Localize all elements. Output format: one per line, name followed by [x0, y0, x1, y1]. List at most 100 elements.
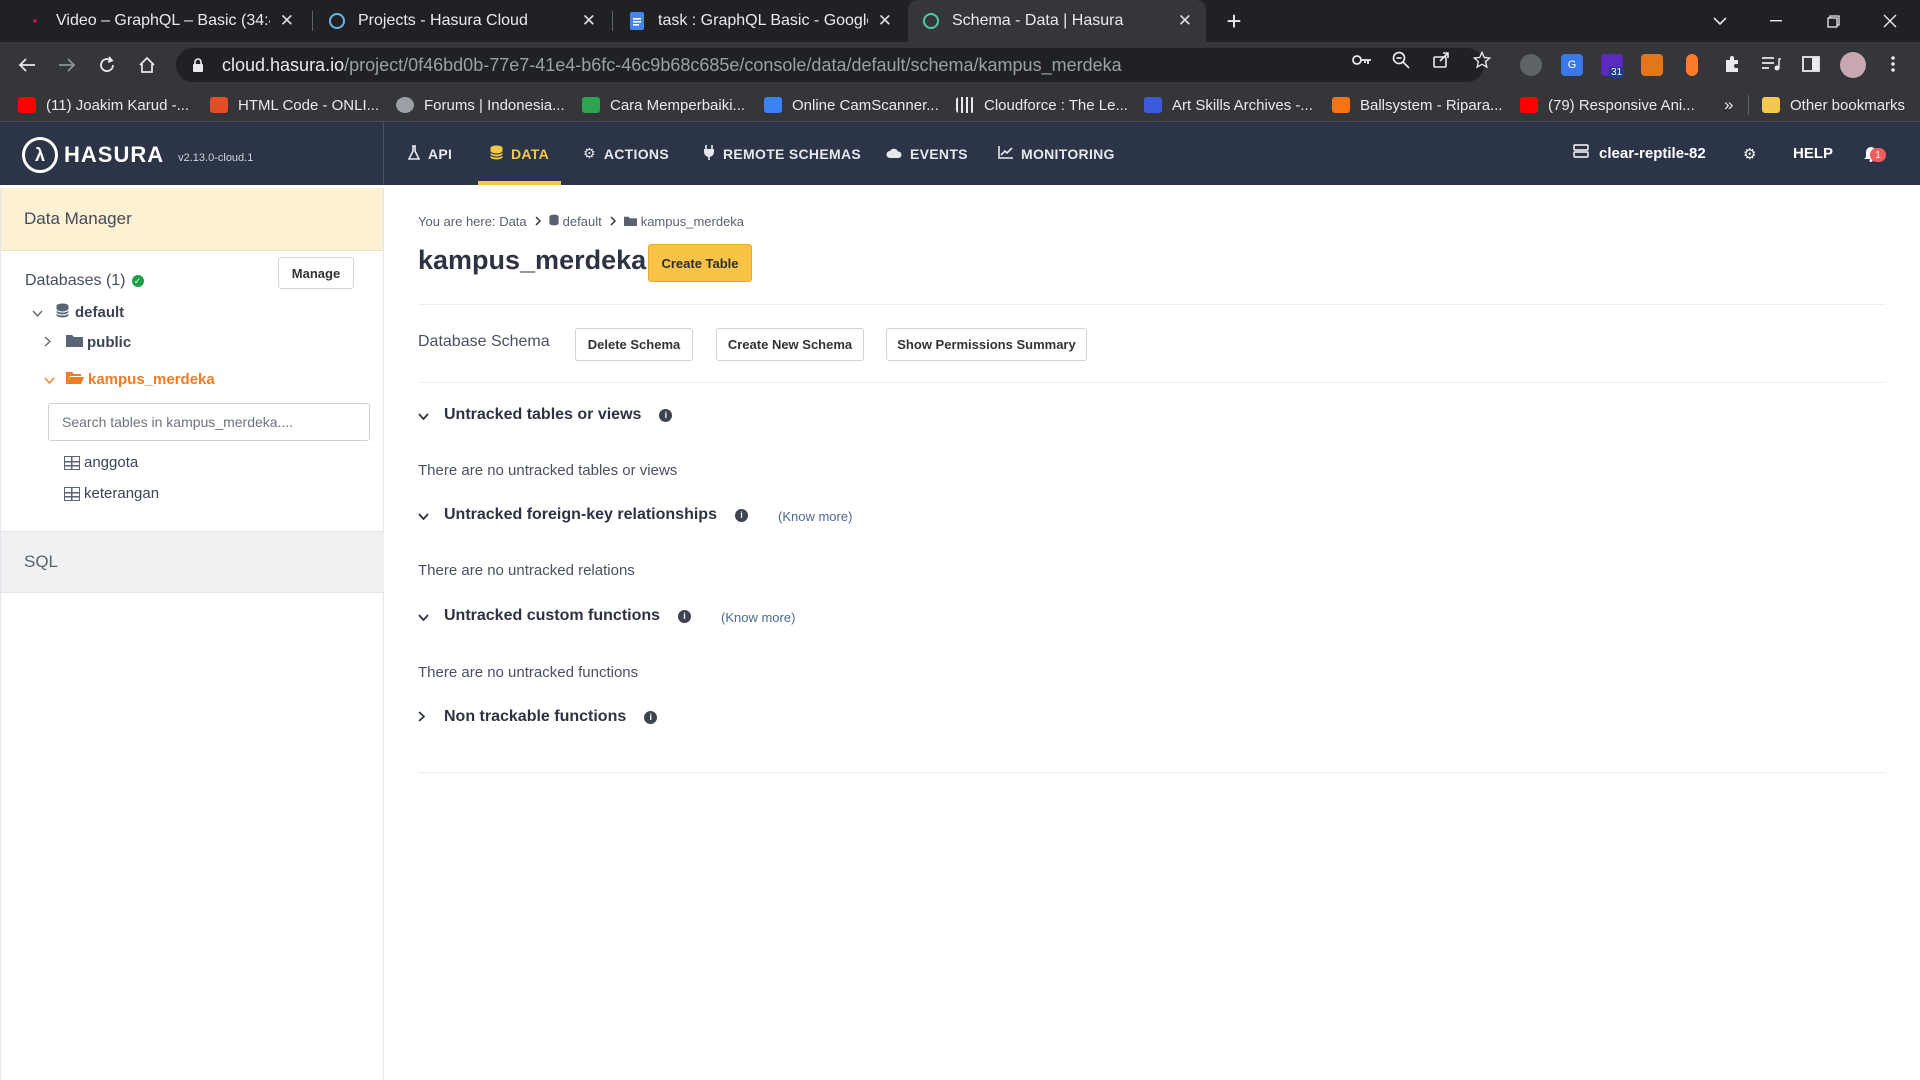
window-close-icon[interactable] — [1870, 6, 1910, 36]
key-icon[interactable] — [1351, 50, 1373, 70]
nav-data[interactable]: DATA — [477, 122, 562, 185]
zoom-icon[interactable] — [1390, 50, 1412, 70]
tab-search-chevron-icon[interactable] — [1700, 6, 1740, 36]
close-icon[interactable]: ✕ — [280, 11, 294, 31]
bookmark-item[interactable]: Cloudforce : The Le... — [956, 94, 1128, 116]
bookmark-item[interactable]: Forums | Indonesia... — [396, 94, 565, 116]
data-manager-sidebar: Data Manager Databases (1) ✓ Manage defa… — [0, 188, 384, 1080]
bookmark-item[interactable]: (11) Joakim Karud -... — [18, 94, 189, 116]
nav-label: DATA — [511, 145, 550, 162]
nav-api[interactable]: API — [407, 122, 452, 185]
divider — [418, 382, 1886, 383]
profile-avatar[interactable] — [1840, 52, 1866, 78]
table-search-input[interactable] — [48, 403, 370, 441]
tab-google-docs[interactable]: task : GraphQL Basic - Google Do ✕ — [614, 0, 906, 42]
restore-icon[interactable] — [1813, 6, 1853, 36]
create-new-schema-button[interactable]: Create New Schema — [716, 328, 864, 361]
bookmark-item[interactable]: Cara Memperbaiki... — [582, 94, 745, 116]
nav-label: MONITORING — [1021, 145, 1115, 162]
plug-icon — [703, 144, 715, 163]
forward-arrow-icon[interactable] — [52, 50, 82, 80]
check-circle-icon: ✓ — [131, 275, 144, 287]
kebab-menu-icon[interactable] — [1882, 54, 1904, 74]
new-tab-button[interactable]: + — [1222, 5, 1246, 37]
tab-projects-hasura[interactable]: Projects - Hasura Cloud ✕ — [314, 0, 610, 42]
address-bar[interactable]: cloud.hasura.io/project/0f46bd0b-77e7-41… — [176, 48, 1484, 82]
bookmark-item[interactable]: (79) Responsive Ani... — [1520, 94, 1695, 116]
chevron-down-icon — [32, 306, 46, 320]
puzzle-icon[interactable] — [1721, 54, 1743, 74]
back-arrow-icon[interactable] — [12, 50, 42, 80]
table-item-keterangan[interactable]: keterangan — [64, 485, 159, 502]
tab-video-graphql[interactable]: • Video – GraphQL – Basic (34:41) ✕ — [12, 0, 308, 42]
show-permissions-summary-button[interactable]: Show Permissions Summary — [886, 328, 1087, 361]
divider — [418, 772, 1886, 773]
breadcrumb-db[interactable]: default — [563, 214, 602, 229]
extension-badge-icon[interactable]: 31 — [1601, 54, 1625, 78]
close-icon[interactable]: ✕ — [582, 11, 596, 31]
delete-schema-button[interactable]: Delete Schema — [575, 328, 693, 361]
section-title: Untracked tables or views — [444, 406, 642, 423]
database-schema-label: Database Schema — [418, 333, 550, 350]
sql-section[interactable]: SQL — [1, 531, 384, 593]
hasura-logo[interactable]: λ HASURA v2.13.0-cloud.1 — [22, 137, 253, 173]
extension-chrome-icon[interactable] — [1520, 54, 1542, 76]
other-bookmarks[interactable]: Other bookmarks — [1762, 94, 1905, 116]
settings-gear-icon[interactable]: ⚙ — [1743, 122, 1756, 185]
breadcrumb-prefix[interactable]: You are here: Data — [418, 214, 527, 229]
help-link[interactable]: HELP — [1793, 122, 1833, 185]
lock-icon[interactable] — [192, 58, 204, 72]
server-icon — [1573, 144, 1589, 163]
table-item-anggota[interactable]: anggota — [64, 454, 138, 471]
close-icon[interactable]: ✕ — [878, 11, 892, 31]
translate-icon[interactable]: G — [1561, 54, 1583, 76]
bookmark-item[interactable]: Online CamScanner... — [764, 94, 939, 116]
info-icon[interactable]: i — [659, 408, 673, 422]
nav-actions[interactable]: ⚙ ACTIONS — [583, 122, 669, 185]
bookmark-label: Cloudforce : The Le... — [984, 96, 1128, 114]
star-icon[interactable] — [1471, 50, 1493, 70]
bookmark-item[interactable]: Ballsystem - Ripara... — [1332, 94, 1503, 116]
know-more-link[interactable]: (Know more) — [721, 610, 795, 625]
folder-icon — [623, 214, 637, 229]
section-untracked-fk-relationships[interactable]: Untracked foreign-key relationships i — [418, 506, 748, 524]
tree-schema-public[interactable]: public — [44, 334, 131, 351]
metamask-icon[interactable] — [1641, 54, 1663, 76]
empty-message: There are no untracked tables or views — [418, 462, 678, 479]
bookmark-label: Forums | Indonesia... — [424, 96, 565, 114]
bookmark-item[interactable]: Art Skills Archives -... — [1144, 94, 1313, 116]
manage-button[interactable]: Manage — [278, 257, 354, 289]
nav-events[interactable]: EVENTS — [886, 122, 968, 185]
info-icon[interactable]: i — [678, 609, 692, 623]
tab-title: Video – GraphQL – Basic (34:41) — [56, 12, 270, 29]
minimize-icon[interactable] — [1756, 6, 1796, 36]
close-icon[interactable]: ✕ — [1178, 11, 1192, 31]
extension-orange-icon[interactable] — [1686, 54, 1698, 76]
info-icon[interactable]: i — [734, 508, 748, 522]
bookmarks-overflow-button[interactable]: » — [1724, 94, 1733, 116]
sidepanel-icon[interactable] — [1800, 54, 1822, 74]
tab-schema-data-hasura[interactable]: Schema - Data | Hasura ✕ — [908, 0, 1206, 42]
create-table-button[interactable]: Create Table — [648, 244, 752, 282]
tree-schema-kampus-merdeka[interactable]: kampus_merdeka — [44, 371, 215, 388]
home-icon[interactable] — [132, 50, 162, 80]
section-non-trackable-functions[interactable]: Non trackable functions i — [418, 708, 658, 726]
tab-title: task : GraphQL Basic - Google Do — [658, 12, 868, 29]
hasura-favicon-icon — [922, 12, 940, 30]
video-favicon-icon: • — [32, 14, 38, 28]
nav-remote-schemas[interactable]: REMOTE SCHEMAS — [703, 122, 861, 185]
section-untracked-tables[interactable]: Untracked tables or views i — [418, 406, 673, 424]
know-more-link[interactable]: (Know more) — [778, 509, 852, 524]
reload-icon[interactable] — [92, 50, 122, 80]
bookmark-item[interactable]: HTML Code - ONLI... — [210, 94, 379, 116]
info-icon[interactable]: i — [644, 710, 658, 724]
tree-database-default[interactable]: default — [32, 303, 124, 322]
cogs-icon: ⚙ — [583, 145, 596, 161]
media-list-icon[interactable] — [1760, 54, 1782, 74]
project-selector[interactable]: clear-reptile-82 — [1573, 122, 1706, 185]
schema-name: public — [87, 334, 132, 351]
nav-monitoring[interactable]: MONITORING — [998, 122, 1115, 185]
section-untracked-custom-functions[interactable]: Untracked custom functions i — [418, 607, 692, 625]
share-icon[interactable] — [1430, 50, 1452, 70]
youtube-icon — [18, 97, 36, 113]
